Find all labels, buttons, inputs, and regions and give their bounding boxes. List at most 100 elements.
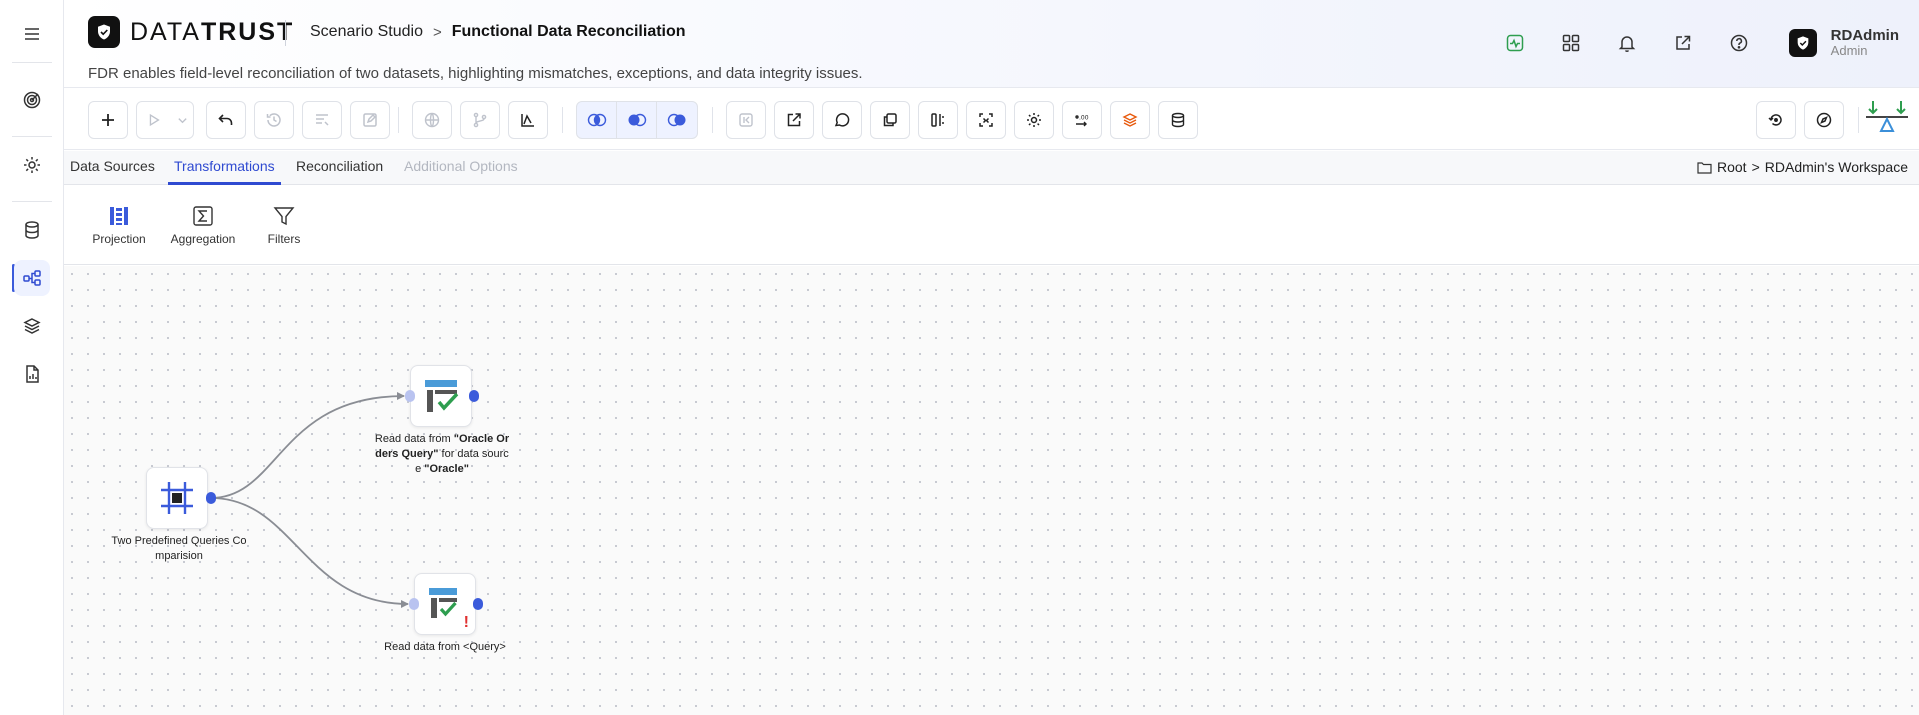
toolbar-divider [562, 107, 563, 133]
comment-button[interactable] [822, 101, 862, 139]
page-subtitle: FDR enables field-level reconciliation o… [88, 65, 863, 82]
report-icon[interactable] [14, 356, 50, 392]
user-role: Admin [1830, 43, 1868, 58]
branch-button[interactable] [460, 101, 500, 139]
node-output-port[interactable] [473, 598, 483, 610]
edges-layer [210, 392, 409, 608]
open-external-button[interactable] [774, 101, 814, 139]
stack-layers-button[interactable] [1110, 101, 1150, 139]
path-root[interactable]: Root [1717, 159, 1747, 175]
header-divider [285, 20, 286, 46]
right-join-icon[interactable] [657, 102, 697, 138]
compass-button[interactable] [1804, 101, 1844, 139]
node-input-port[interactable] [409, 598, 419, 610]
inner-join-icon[interactable] [577, 102, 617, 138]
chart-line-button[interactable] [508, 101, 548, 139]
tab-additional-options[interactable]: Additional Options [398, 151, 524, 185]
globe-button[interactable] [412, 101, 452, 139]
transformation-palette: Projection Aggregation Filters [64, 186, 1919, 265]
node-read-oracle-label: Read data from "Oracle Or ders Query" for… [374, 433, 510, 475]
toolbar-divider [712, 107, 713, 133]
tab-transformations[interactable]: Transformations [168, 151, 281, 185]
layers-icon[interactable] [14, 308, 50, 344]
node-output-port[interactable] [469, 390, 479, 402]
brand-logo[interactable]: DATATRUST [88, 16, 294, 48]
bell-icon[interactable] [1613, 29, 1641, 57]
filter-icon [254, 204, 314, 228]
breadcrumb-separator: > [432, 23, 442, 41]
table-check-warning-icon [429, 588, 457, 618]
path-separator: > [1751, 159, 1760, 175]
gear-icon[interactable] [14, 147, 50, 183]
palette-label: Aggregation [170, 232, 236, 246]
node-output-port[interactable] [206, 492, 216, 504]
breadcrumb: Scenario Studio > Functional Data Reconc… [310, 23, 686, 41]
chevron-down-icon[interactable] [171, 102, 193, 138]
shield-icon [88, 16, 120, 48]
database-icon[interactable] [14, 212, 50, 248]
edit-button[interactable] [350, 101, 390, 139]
tab-reconciliation[interactable]: Reconciliation [290, 151, 389, 185]
path-workspace[interactable]: RDAdmin's Workspace [1765, 159, 1908, 175]
toolbar: .00 [64, 89, 1919, 150]
settings-button[interactable] [1014, 101, 1054, 139]
fit-view-button[interactable] [966, 101, 1006, 139]
palette-label: Projection [92, 232, 146, 246]
flow-canvas[interactable]: Two Predefined Queries Co mparision Read … [64, 266, 1919, 715]
toolbar-divider [398, 107, 399, 133]
header-actions: RDAdmin Admin [1473, 28, 1899, 58]
node-read-oracle[interactable] [410, 365, 472, 427]
rail-divider [12, 62, 52, 63]
palette-label: Filters [267, 232, 301, 246]
target-icon[interactable] [14, 82, 50, 118]
palette-item-filters[interactable]: Filters [254, 204, 314, 246]
tab-bar: Data Sources Transformations Reconciliat… [64, 151, 1919, 185]
avatar [1788, 29, 1817, 57]
activity-icon[interactable] [1501, 29, 1529, 57]
edge-arrow [397, 392, 405, 400]
database-button[interactable] [1158, 101, 1198, 139]
align-button[interactable] [918, 101, 958, 139]
toolbar-divider [1858, 107, 1859, 133]
breadcrumb-parent[interactable]: Scenario Studio [310, 23, 423, 41]
user-name: RDAdmin [1830, 27, 1899, 44]
run-split-button[interactable] [136, 101, 194, 139]
flow-icon[interactable] [14, 260, 50, 296]
format-numbers-button[interactable]: .00 [1062, 101, 1102, 139]
palette-item-projection[interactable]: Projection [84, 204, 154, 246]
node-source-label: Two Predefined Queries Co mparision [111, 535, 247, 562]
rail-divider [12, 136, 52, 137]
node-read-query[interactable]: ! [414, 573, 476, 635]
tab-data-sources[interactable]: Data Sources [64, 151, 161, 185]
node-read-query-label: Read data from <Query> [384, 641, 506, 653]
history-button[interactable] [254, 101, 294, 139]
left-rail [0, 0, 64, 715]
menu-icon[interactable] [14, 16, 50, 52]
edge-arrow [401, 600, 409, 608]
node-source[interactable] [146, 467, 208, 529]
palette-item-aggregation[interactable]: Aggregation [158, 204, 248, 246]
node-input-port[interactable] [405, 390, 415, 402]
join-mode-toggle[interactable] [576, 101, 698, 139]
rail-divider [12, 201, 52, 202]
sigma-icon [158, 204, 248, 228]
brand-name: DATATRUST [130, 17, 295, 46]
apps-grid-icon[interactable] [1557, 29, 1585, 57]
add-button[interactable] [88, 101, 128, 139]
copy-button[interactable] [870, 101, 910, 139]
balance-scale-icon[interactable] [1864, 99, 1910, 139]
warning-icon: ! [463, 614, 469, 631]
folder-icon [1697, 161, 1712, 174]
left-join-icon[interactable] [617, 102, 657, 138]
projection-icon [84, 204, 154, 228]
skip-back-button[interactable] [726, 101, 766, 139]
external-link-icon[interactable] [1669, 29, 1697, 57]
help-icon[interactable] [1725, 29, 1753, 57]
user-menu[interactable]: RDAdmin Admin [1788, 27, 1899, 58]
format-button[interactable] [302, 101, 342, 139]
page-title: Functional Data Reconciliation [451, 23, 686, 40]
undo-button[interactable] [206, 101, 246, 139]
play-icon[interactable] [137, 102, 171, 138]
svg-text:.00: .00 [1079, 115, 1089, 122]
restore-button[interactable] [1756, 101, 1796, 139]
